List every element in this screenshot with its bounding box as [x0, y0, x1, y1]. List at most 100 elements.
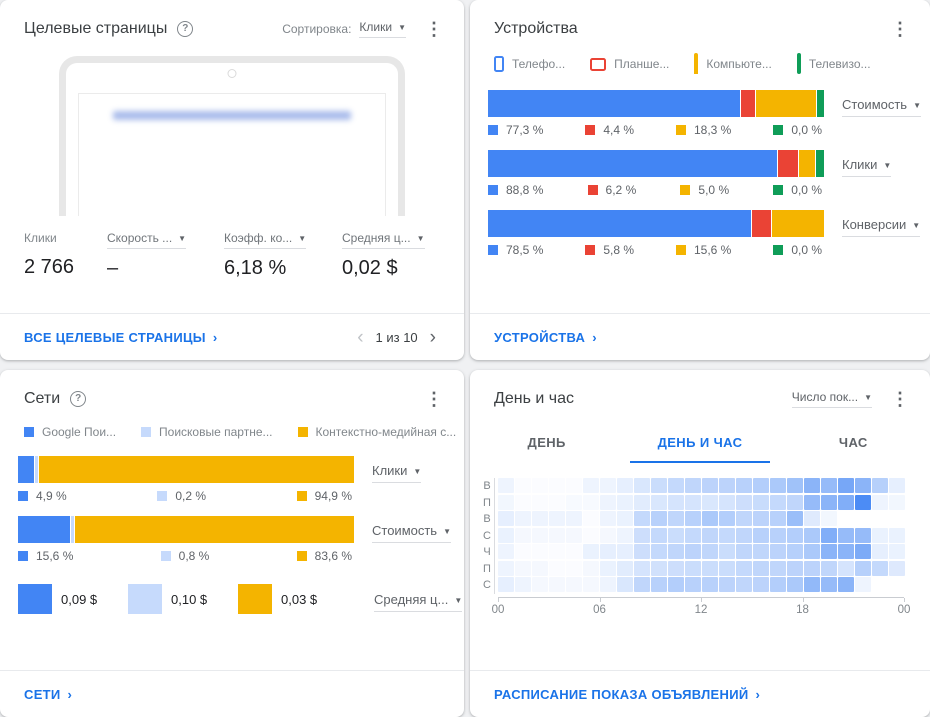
page-indicator: 1 из 10	[375, 329, 418, 345]
heatmap-cell	[736, 544, 752, 559]
axis-tick-label: 18	[796, 603, 809, 616]
heatmap-cell	[702, 527, 718, 543]
heatmap-cell	[719, 527, 735, 543]
legend-label: Телевизо...	[808, 57, 871, 71]
heatmap-cell	[872, 577, 888, 592]
heatmap-cell	[787, 478, 803, 493]
overview-grid: Целевые страницы ? Сортировка: Клики ▼ ⋮ …	[0, 0, 930, 717]
heatmap-cell	[855, 577, 871, 592]
stat-value: 0,02 $	[342, 257, 398, 279]
devices-legend: Телефо... Планше... Компьюте... Телевизо…	[470, 40, 930, 74]
stat-dropdown[interactable]: Скорость ... ▼	[107, 231, 187, 249]
metric-label: Средняя ц...	[374, 592, 449, 607]
tab-hour[interactable]: ЧАС	[777, 420, 930, 463]
sort-dropdown[interactable]: Клики ▼	[359, 20, 406, 38]
legend-item-phone: Телефо...	[494, 56, 565, 72]
heatmap-cell	[838, 478, 854, 493]
metric-dropdown[interactable]: Стоимость ▼	[842, 97, 922, 117]
chevron-down-icon: ▼	[913, 101, 922, 110]
help-icon[interactable]: ?	[70, 391, 87, 407]
blurred-url-link[interactable]	[113, 111, 351, 120]
stat-label: Клики	[24, 231, 57, 245]
footer-link-landing-pages[interactable]: ВСЕ ЦЕЛЕВЫЕ СТРАНИЦЫ ›	[24, 330, 217, 345]
heatmap-cell	[583, 528, 599, 543]
metric-dropdown[interactable]: Средняя ц... ▼	[374, 592, 463, 612]
heatmap-cell	[753, 560, 769, 576]
bar-segment	[815, 150, 824, 177]
percent-label: 0,0 %	[791, 183, 822, 197]
bar-segment	[71, 516, 74, 543]
tab-day[interactable]: ДЕНЬ	[470, 420, 623, 463]
heatmap-cell	[872, 527, 888, 543]
heatmap-cell	[804, 560, 820, 576]
heatmap-cell	[685, 478, 701, 493]
heatmap-cell	[736, 494, 752, 510]
metric-dropdown[interactable]: Клики ▼	[372, 463, 422, 483]
percent-label: 78,5 %	[506, 243, 544, 257]
metric-dropdown[interactable]: Клики ▼	[842, 157, 892, 177]
heatmap-cell	[651, 478, 667, 493]
legend-label: Телефо...	[512, 57, 566, 71]
help-icon[interactable]: ?	[177, 21, 194, 37]
heatmap-day-labels: ВПВСЧПС	[480, 478, 494, 594]
heatmap-cell	[532, 527, 548, 543]
bar-segment	[18, 456, 35, 483]
legend-swatch	[488, 125, 498, 135]
kebab-menu-icon[interactable]: ⋮	[422, 388, 446, 410]
heatmap-cell	[753, 511, 769, 526]
kebab-menu-icon[interactable]: ⋮	[888, 18, 912, 40]
metric-dropdown[interactable]: Стоимость ▼	[372, 523, 452, 543]
percent-item: 5,8 %	[585, 243, 634, 257]
heatmap-cell	[889, 560, 905, 576]
legend-swatch	[18, 584, 52, 614]
heatmap-cell	[566, 561, 582, 576]
heatmap-cell	[617, 478, 633, 493]
percent-label: 0,0 %	[791, 243, 822, 257]
heatmap-cell	[804, 544, 820, 559]
footer-link-devices[interactable]: УСТРОЙСТВА ›	[494, 330, 597, 345]
percent-item: 4,9 %	[18, 489, 67, 503]
bar-segment	[35, 456, 38, 483]
bar-segment	[771, 210, 824, 237]
devices-footer: УСТРОЙСТВА ›	[470, 313, 930, 360]
chevron-right-icon: ›	[212, 329, 218, 345]
stat-dropdown[interactable]: Коэфф. ко... ▼	[224, 231, 307, 249]
heatmap-cell	[821, 478, 837, 493]
footer-link-ad-schedule[interactable]: РАСПИСАНИЕ ПОКАЗА ОБЪЯВЛЕНИЙ ›	[494, 687, 760, 702]
heatmap-cell	[634, 494, 650, 510]
percent-label: 88,8 %	[506, 183, 544, 197]
bar-column: 88,8 % 6,2 % 5,0 % 0,0 %	[488, 150, 824, 197]
stacked-bar	[488, 150, 824, 177]
heatmap-cell	[821, 511, 837, 526]
heatmap-cell	[838, 577, 854, 592]
heatmap-cell	[498, 478, 514, 493]
next-page-icon[interactable]: ›	[426, 328, 440, 347]
chevron-down-icon: ▼	[864, 393, 872, 402]
prev-page-icon[interactable]: ‹	[353, 328, 367, 347]
metric-dropdown[interactable]: Число пок... ▼	[791, 390, 872, 408]
legend-item-google-search: Google Пои...	[24, 425, 116, 439]
chevron-down-icon: ▼	[398, 23, 406, 32]
heatmap-cell	[787, 527, 803, 543]
heatmap-cell	[600, 511, 616, 526]
footer-link-networks[interactable]: СЕТИ ›	[24, 687, 72, 702]
stat-dropdown[interactable]: Средняя ц... ▼	[342, 231, 425, 249]
kebab-menu-icon[interactable]: ⋮	[888, 388, 912, 410]
percent-item: 0,0 %	[773, 243, 822, 257]
tab-day-and-hour[interactable]: ДЕНЬ И ЧАС	[623, 420, 776, 463]
stat-avg-cpc: Средняя ц... ▼ 0,02 $	[342, 229, 440, 280]
avg-cpc-value: 0,03 $	[281, 591, 318, 607]
heatmap-cell	[549, 561, 565, 576]
heatmap-cell	[855, 544, 871, 559]
kebab-menu-icon[interactable]: ⋮	[422, 18, 446, 40]
networks-legend: Google Пои... Поисковые партне... Контек…	[0, 410, 464, 439]
percent-item: 83,6 %	[296, 549, 352, 563]
heatmap-cell	[889, 577, 905, 592]
heatmap-cell	[600, 560, 616, 576]
heatmap-cell	[668, 511, 684, 526]
heatmap-cell	[685, 511, 701, 526]
metric-label: Конверсии	[842, 217, 907, 232]
chevron-right-icon: ›	[592, 329, 597, 345]
metric-dropdown[interactable]: Конверсии ▼	[842, 217, 921, 237]
heatmap-cell	[515, 577, 531, 592]
